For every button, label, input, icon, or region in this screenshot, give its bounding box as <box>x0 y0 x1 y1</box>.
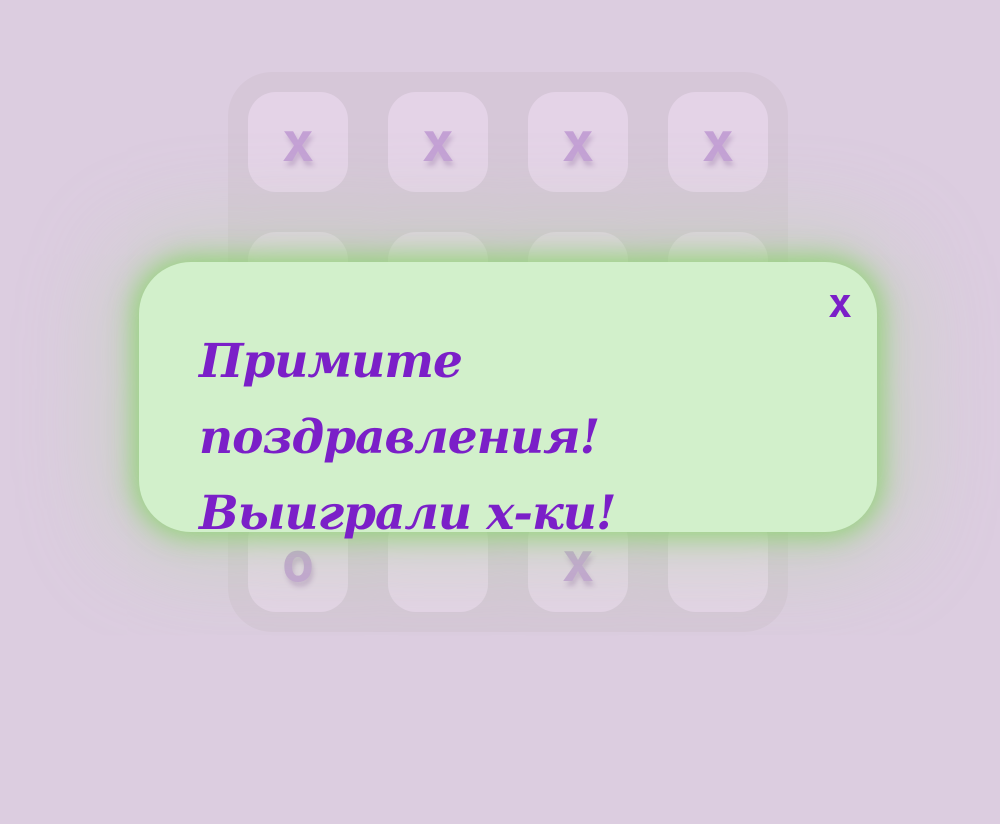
win-message: Примите поздравления! Выиграли х-ки! <box>199 324 839 552</box>
close-button[interactable]: x <box>823 282 857 326</box>
win-message-line1: Примите поздравления! <box>199 334 600 465</box>
game-screen: x x x x o x x Примите поздравления! Выиг… <box>0 0 1000 824</box>
win-dialog: x Примите поздравления! Выиграли х-ки! <box>139 262 877 541</box>
win-message-line2: Выиграли х-ки! <box>199 486 617 541</box>
